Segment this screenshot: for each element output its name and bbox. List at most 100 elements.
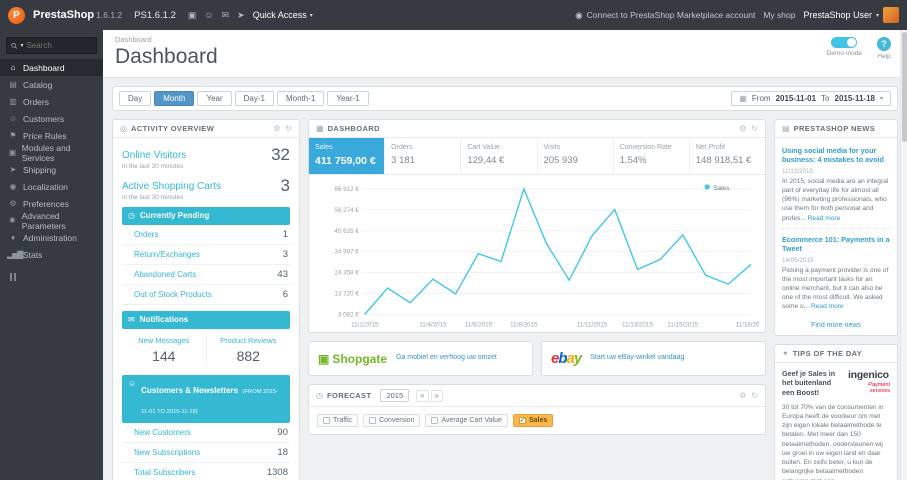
article-date: 14/05/2015 bbox=[782, 256, 814, 264]
user-menu[interactable]: PrestaShop User ▾ bbox=[803, 7, 899, 23]
new-subscriptions-link[interactable]: New Subscriptions bbox=[134, 448, 200, 457]
sidebar-collapse-button[interactable] bbox=[0, 263, 103, 291]
find-more-news-link[interactable]: Find more news bbox=[782, 317, 890, 331]
sidebar-item-shipping[interactable]: ➤ Shipping bbox=[0, 161, 103, 178]
refresh-icon[interactable]: ↻ bbox=[751, 391, 758, 400]
out-of-stock-link[interactable]: Out of Stock Products bbox=[134, 290, 212, 299]
sidebar-item-localization[interactable]: ◉ Localization bbox=[0, 178, 103, 195]
range-button-month[interactable]: Month bbox=[154, 91, 195, 106]
sidebar-item-label: Stats bbox=[23, 249, 43, 260]
quick-access-menu[interactable]: Quick Access ▾ bbox=[253, 10, 313, 20]
svg-text:11/18/2015: 11/18/2015 bbox=[736, 321, 759, 328]
demo-mode-label: Demo mode bbox=[826, 50, 862, 57]
shop-name-link[interactable]: PS1.6.1.2 bbox=[134, 10, 176, 21]
kpi-conversion-rate[interactable]: Conversion Rate 1.54% bbox=[614, 138, 690, 174]
date-range-picker[interactable]: ▦ From 2015-11-01 To 2015-11-18 ▾ bbox=[731, 91, 891, 106]
sidebar-item-stats[interactable]: ▂▅▇ Stats bbox=[0, 246, 103, 263]
sidebar-item-price-rules[interactable]: ⚑ Price Rules bbox=[0, 127, 103, 144]
checkbox-icon[interactable] bbox=[431, 417, 439, 425]
cart-icon[interactable]: ▣ bbox=[188, 10, 197, 21]
read-more-link[interactable]: Read more bbox=[808, 215, 841, 222]
row-value: 1 bbox=[282, 229, 288, 240]
help-button[interactable]: ? Help bbox=[877, 37, 891, 60]
sidebar-item-modules[interactable]: ▣ Modules and Services bbox=[0, 143, 103, 163]
rocket-icon[interactable]: ➤ bbox=[237, 10, 245, 21]
range-button-day[interactable]: Day bbox=[119, 91, 152, 106]
refresh-icon[interactable]: ↻ bbox=[285, 124, 292, 133]
forecast-option-sales[interactable]: Sales bbox=[512, 414, 554, 428]
refresh-icon[interactable]: ↻ bbox=[751, 124, 758, 133]
sidebar-item-preferences[interactable]: ⚙ Preferences bbox=[0, 195, 103, 212]
forecast-year-select[interactable]: 2015 bbox=[380, 389, 410, 403]
row-value: 43 bbox=[277, 269, 288, 280]
ebay-link[interactable]: Start uw eBay-winkel vandaag bbox=[590, 354, 684, 363]
range-button-year-1[interactable]: Year-1 bbox=[327, 91, 369, 106]
ebay-letter: b bbox=[558, 350, 567, 368]
sidebar-item-dashboard[interactable]: ⌂ Dashboard bbox=[0, 59, 103, 76]
tips-of-the-day-panel: ✦ TIPS OF THE DAY Geef je Sales in het b… bbox=[774, 343, 898, 480]
sidebar-item-administration[interactable]: ♦ Administration bbox=[0, 229, 103, 246]
kpi-sales[interactable]: Sales 411 759,00 € bbox=[309, 138, 386, 174]
my-shop-link[interactable]: My shop bbox=[763, 10, 795, 20]
gear-icon[interactable]: ⚙ bbox=[739, 124, 746, 133]
sidebar-item-orders[interactable]: ▥ Orders bbox=[0, 93, 103, 110]
toggle-icon[interactable] bbox=[831, 37, 858, 48]
scrollbar[interactable] bbox=[900, 30, 907, 480]
pending-returns-link[interactable]: Return/Exchanges bbox=[134, 250, 200, 259]
search-input[interactable] bbox=[26, 41, 92, 50]
svg-text:11/1/2015: 11/1/2015 bbox=[351, 321, 379, 328]
metric-label[interactable]: Online Visitors bbox=[122, 150, 186, 161]
new-customers-link[interactable]: New Customers bbox=[134, 428, 191, 437]
new-messages-cell[interactable]: New Messages 144 bbox=[122, 334, 207, 366]
checkbox-icon[interactable] bbox=[369, 417, 377, 425]
sidebar-item-advanced-parameters[interactable]: ✱ Advanced Parameters bbox=[0, 211, 103, 231]
prestashop-news-panel: ▤ PRESTASHOP NEWS Using social media for… bbox=[774, 119, 898, 336]
forecast-option-conversion[interactable]: Conversion bbox=[363, 414, 421, 428]
read-more-link[interactable]: Read more bbox=[811, 303, 844, 310]
kpi-net-profit[interactable]: Net Profit 148 918,51 € bbox=[690, 138, 765, 174]
shopgate-promo[interactable]: ▣ Shopgate Ga mobiel en verhoog uw omzet bbox=[308, 341, 533, 377]
person-icon[interactable]: ☺ bbox=[204, 10, 213, 21]
total-subscribers-link[interactable]: Total Subscribers bbox=[134, 468, 195, 477]
sidebar-item-catalog[interactable]: ▤ Catalog bbox=[0, 76, 103, 93]
sidebar-item-label: Price Rules bbox=[23, 130, 67, 141]
ebay-promo[interactable]: ebay Start uw eBay-winkel vandaag bbox=[541, 341, 766, 377]
sidebar-nav: ⌂ Dashboard ▤ Catalog ▥ Orders ☺ Custome… bbox=[0, 59, 103, 263]
range-button-month-1[interactable]: Month-1 bbox=[276, 91, 325, 106]
pending-orders-link[interactable]: Orders bbox=[134, 230, 158, 239]
kpi-cart-value[interactable]: Cart Value 129,44 € bbox=[461, 138, 538, 174]
range-button-year[interactable]: Year bbox=[197, 91, 232, 106]
demo-mode-toggle[interactable]: Demo mode bbox=[827, 37, 862, 60]
metric-label[interactable]: Active Shopping Carts bbox=[122, 181, 221, 192]
envelope-icon[interactable]: ✉ bbox=[222, 10, 230, 21]
sidebar-search[interactable]: ▾ bbox=[6, 37, 97, 54]
panel-title: PRESTASHOP NEWS bbox=[793, 124, 876, 133]
checkbox-checked-icon[interactable] bbox=[518, 417, 526, 425]
product-reviews-cell[interactable]: Product Reviews 882 bbox=[207, 334, 291, 366]
help-icon[interactable]: ? bbox=[877, 37, 891, 51]
svg-text:34 997 €: 34 997 € bbox=[334, 249, 359, 256]
sales-line-chart: 66 912 € 56 274 € 45 635 € 34 997 € 24 358 €… bbox=[334, 184, 759, 328]
active-carts-metric: Active Shopping Carts 3 bbox=[122, 176, 290, 196]
person-icon: ☺ bbox=[128, 379, 137, 388]
article-title-link[interactable]: Ecommerce 101: Payments in a Tweet bbox=[782, 235, 890, 254]
kpi-orders[interactable]: Orders 3 181 bbox=[385, 138, 462, 174]
wrench-icon: ✱ bbox=[9, 216, 16, 225]
kpi-visits[interactable]: Visits 205 939 bbox=[538, 138, 614, 174]
next-button[interactable]: » bbox=[430, 389, 444, 402]
scrollbar-thumb[interactable] bbox=[902, 32, 907, 142]
previous-button[interactable]: « bbox=[416, 389, 429, 402]
gear-icon[interactable]: ⚙ bbox=[739, 391, 746, 400]
sidebar-item-label: Administration bbox=[23, 232, 77, 243]
metric-value: 32 bbox=[271, 145, 290, 164]
abandoned-carts-link[interactable]: Abandoned Carts bbox=[134, 270, 196, 279]
article-title-link[interactable]: Using social media for your business: 4 … bbox=[782, 146, 890, 165]
gear-icon[interactable]: ⚙ bbox=[273, 124, 280, 133]
checkbox-icon[interactable] bbox=[323, 417, 330, 425]
range-button-day-1[interactable]: Day-1 bbox=[234, 91, 274, 106]
marketplace-link[interactable]: ◉ Connect to PrestaShop Marketplace acco… bbox=[575, 10, 755, 21]
shopgate-link[interactable]: Ga mobiel en verhoog uw omzet bbox=[396, 354, 497, 363]
forecast-option-traffic[interactable]: Traffic bbox=[317, 414, 359, 428]
sidebar-item-customers[interactable]: ☺ Customers bbox=[0, 110, 103, 127]
forecast-option-average-cart-value[interactable]: Average Cart Value bbox=[425, 414, 508, 428]
